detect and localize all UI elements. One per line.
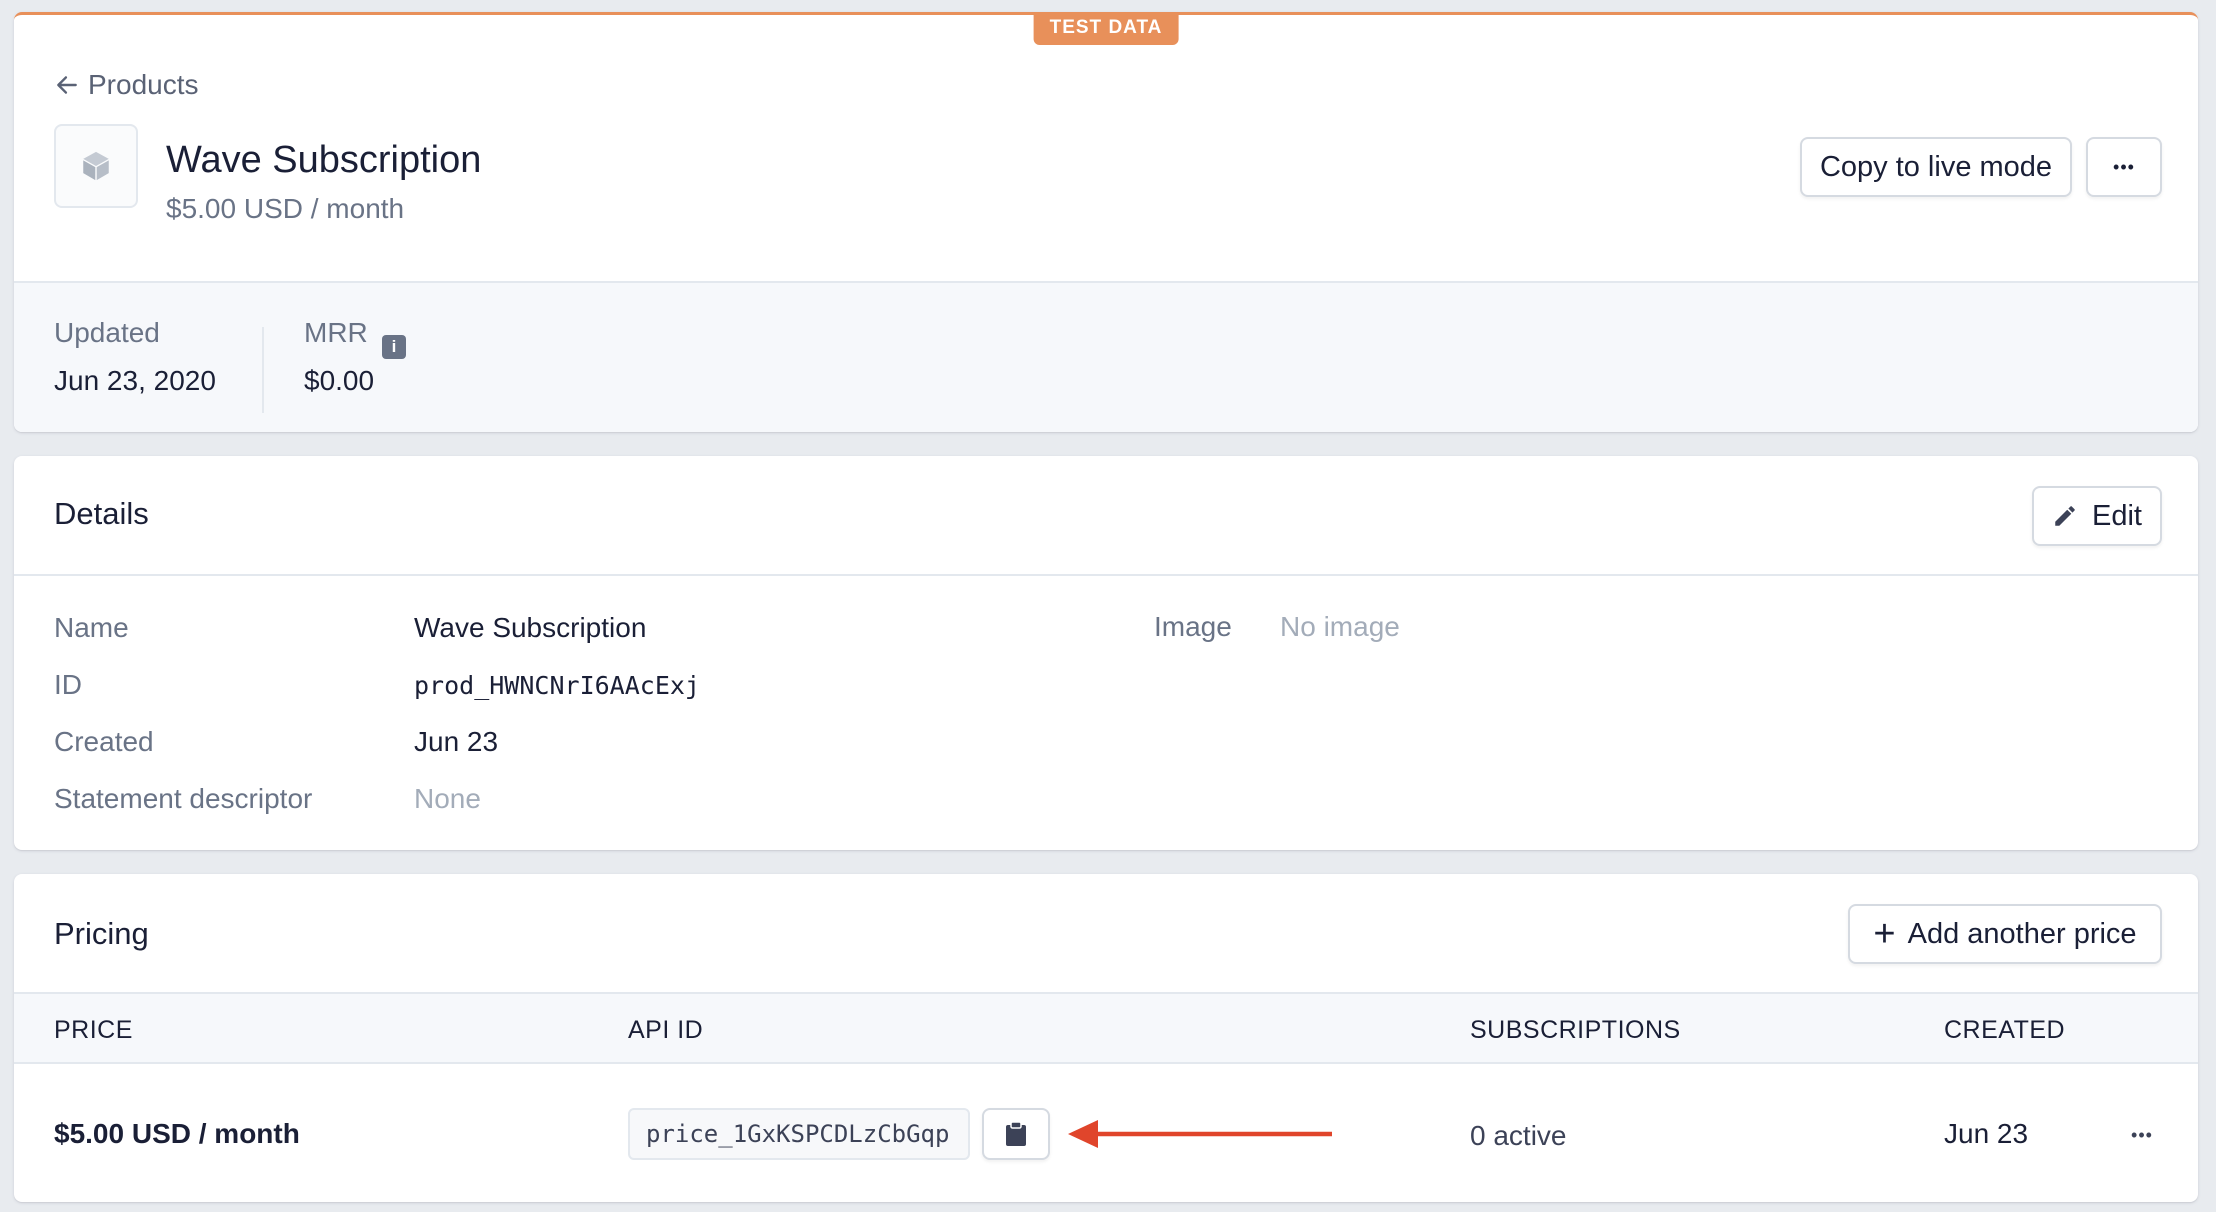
arrow-left-icon [57,76,77,94]
row-price: $5.00 USD / month [54,1118,300,1149]
details-title: Details [54,496,149,531]
more-actions-button[interactable]: ••• [2086,137,2162,197]
pencil-icon [2055,506,2075,526]
column-header-api-id[interactable]: API ID [628,1016,703,1045]
product-placeholder-icon [54,124,138,208]
ellipsis-icon: ••• [2113,156,2135,177]
plus-icon: + [1873,913,1896,955]
add-price-label: Add another price [1907,917,2137,950]
pricing-title: Pricing [54,916,149,951]
add-another-price-button[interactable]: + Add another price [1848,904,2162,964]
edit-label: Edit [2092,499,2142,532]
row-subscriptions: 0 active [1470,1120,1567,1151]
pricing-table-header: PRICE API ID SUBSCRIPTIONS CREATED [14,992,2198,1064]
created-label: Created [54,726,154,757]
name-value: Wave Subscription [414,612,647,643]
clipboard-icon [1006,1121,1026,1146]
edit-details-button[interactable]: Edit [2032,486,2162,546]
mrr-value: $0.00 [304,365,375,396]
pricing-card: Pricing + Add another price PRICE API ID… [14,874,2198,1202]
statement-descriptor-label: Statement descriptor [54,783,313,814]
name-label: Name [54,612,129,643]
box-icon [83,151,109,181]
column-header-price[interactable]: PRICE [54,1016,133,1045]
back-link-label: Products [88,69,199,100]
api-id-field[interactable]: price_1GxKSPCDLzCbGqp [628,1108,970,1160]
copy-to-live-mode-button[interactable]: Copy to live mode [1800,137,2072,197]
product-header-card: TEST DATA Products Wave Subscription $5.… [14,12,2198,432]
product-stats: Updated Jun 23, 2020 MRR i $0.00 [14,281,2198,432]
details-divider [14,574,2198,576]
annotation-arrow [1068,1120,1332,1148]
product-detail-page: TEST DATA Products Wave Subscription $5.… [0,0,2216,1212]
details-card: Details Edit Name Wave Subscription ID p… [14,456,2198,850]
mrr-label: MRR [304,317,368,348]
image-value: No image [1280,611,1400,642]
statement-descriptor-value: None [414,783,481,814]
ellipsis-icon: ••• [2131,1124,2153,1145]
id-label: ID [54,669,82,700]
id-value[interactable]: prod_HWNCNrI6AAcExj [414,671,700,700]
product-price: $5.00 USD / month [166,193,405,224]
info-icon[interactable]: i [382,335,406,359]
copy-api-id-button[interactable] [982,1108,1050,1160]
stat-divider [262,327,264,413]
column-header-subscriptions[interactable]: SUBSCRIPTIONS [1470,1016,1681,1045]
image-label: Image [1154,611,1232,642]
product-title: Wave Subscription [166,139,482,181]
row-created: Jun 23 [1944,1118,2029,1149]
created-value: Jun 23 [414,726,499,757]
updated-value: Jun 23, 2020 [54,365,216,396]
column-header-created[interactable]: CREATED [1944,1016,2065,1045]
test-data-badge: TEST DATA [1033,15,1179,45]
updated-label: Updated [54,317,160,348]
back-to-products-link[interactable]: Products [54,69,199,101]
row-more-button[interactable]: ••• [2112,1120,2172,1150]
